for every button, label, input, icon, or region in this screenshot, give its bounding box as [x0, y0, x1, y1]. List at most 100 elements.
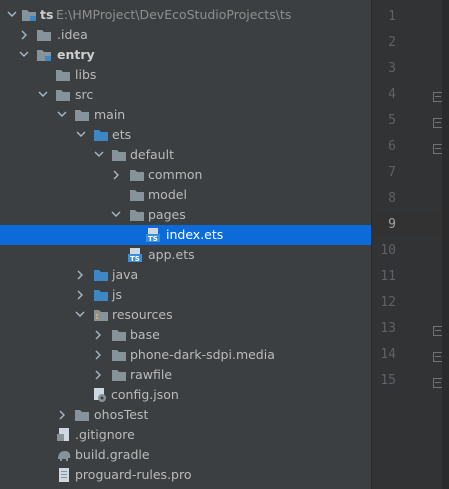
folder-icon [111, 148, 127, 162]
tree-row-resources[interactable]: resources [0, 305, 371, 325]
editor-gutter: 1 2 3 4 5 6 7 8 9 10 11 12 13 14 15 [371, 0, 449, 489]
tree-row-gitignore[interactable]: .gitignore [0, 425, 371, 445]
tree-label-resources: resources [112, 307, 173, 322]
tree-row-idea[interactable]: .idea [0, 25, 371, 45]
chevron-right-icon[interactable] [110, 165, 122, 185]
tree-label-config: config.json [111, 387, 179, 402]
tree-row-rawfile[interactable]: rawfile [0, 365, 371, 385]
tree-label-pages: pages [148, 207, 186, 222]
tree-label-ohostest: ohosTest [94, 407, 149, 422]
tree-row-js[interactable]: js [0, 285, 371, 305]
chevron-down-icon[interactable] [93, 145, 105, 165]
tree-row-main[interactable]: main [0, 105, 371, 125]
tree-row-java[interactable]: java [0, 265, 371, 285]
tree-row-pages[interactable]: pages [0, 205, 371, 225]
line-number: 7 [388, 165, 396, 180]
svg-text:TS: TS [148, 235, 158, 242]
resources-folder-icon [93, 308, 109, 322]
folder-icon [111, 328, 127, 342]
tree-row-base[interactable]: base [0, 325, 371, 345]
tree-row-config[interactable]: config.json [0, 385, 371, 405]
folder-icon [129, 208, 145, 222]
folder-icon [36, 28, 52, 42]
tree-row-libs[interactable]: libs [0, 65, 371, 85]
chevron-down-icon[interactable] [74, 305, 86, 325]
chevron-down-icon[interactable] [110, 205, 122, 225]
module-folder-icon [21, 8, 37, 22]
line-number: 4 [388, 87, 396, 102]
tree-label-model: model [148, 187, 187, 202]
tree-label-gitignore: .gitignore [75, 427, 135, 442]
tree-row-root[interactable]: ts E:\HMProject\DevEcoStudioProjects\ts [0, 5, 371, 25]
chevron-right-icon[interactable] [18, 25, 30, 45]
project-tree-panel: ts E:\HMProject\DevEcoStudioProjects\ts … [0, 0, 371, 489]
line-number: 8 [388, 191, 396, 206]
folder-icon [111, 348, 127, 362]
line-number: 10 [380, 243, 396, 258]
tree-label-java: java [112, 267, 139, 282]
tree-row-proguard[interactable]: proguard-rules.pro [0, 465, 371, 485]
chevron-right-icon[interactable] [92, 365, 104, 385]
tree-row-build-gradle[interactable]: build.gradle [0, 445, 371, 465]
chevron-right-icon[interactable] [92, 345, 104, 365]
tree-label-js: js [112, 287, 122, 302]
line-number: 6 [388, 139, 396, 154]
folder-icon [55, 68, 71, 82]
chevron-down-icon[interactable] [56, 105, 68, 125]
tree-row-model[interactable]: model [0, 185, 371, 205]
source-folder-icon [93, 288, 109, 302]
folder-icon [129, 188, 145, 202]
line-number: 14 [380, 347, 396, 362]
folder-icon [111, 368, 127, 382]
source-folder-icon [93, 268, 109, 282]
chevron-right-icon[interactable] [74, 285, 86, 305]
chevron-right-icon[interactable] [56, 405, 68, 425]
chevron-down-icon[interactable] [75, 125, 87, 145]
gradle-elephant-icon [56, 448, 72, 462]
tree-label-common: common [148, 167, 203, 182]
chevron-down-icon[interactable] [37, 85, 49, 105]
line-number: 1 [388, 9, 396, 24]
gitignore-file-icon [56, 428, 72, 442]
text-file-icon [56, 468, 72, 482]
folder-icon [74, 408, 90, 422]
tree-row-ohostest[interactable]: ohosTest [0, 405, 371, 425]
chevron-right-icon[interactable] [92, 325, 104, 345]
folder-icon [129, 168, 145, 182]
tree-label-src: src [75, 87, 94, 102]
tree-label-rawfile: rawfile [130, 367, 173, 382]
ts-file-icon: TS [128, 248, 144, 263]
tree-label-default: default [130, 147, 174, 162]
line-number: 11 [380, 269, 396, 284]
ts-file-icon: TS [146, 228, 162, 243]
tree-row-common[interactable]: common [0, 165, 371, 185]
chevron-down-icon[interactable] [18, 45, 30, 65]
module-folder-icon [36, 48, 52, 62]
tree-label-idea: .idea [57, 27, 88, 42]
source-folder-icon [93, 128, 109, 142]
tree-row-phone-media[interactable]: phone-dark-sdpi.media [0, 345, 371, 365]
chevron-right-icon[interactable] [74, 265, 86, 285]
tree-row-default[interactable]: default [0, 145, 371, 165]
tree-label-ets: ets [112, 127, 132, 142]
tree-row-entry[interactable]: entry [0, 45, 371, 65]
line-number: 2 [388, 35, 396, 50]
tree-label-entry: entry [57, 47, 95, 62]
tree-label-main: main [94, 107, 126, 122]
folder-icon [74, 108, 90, 122]
tree-label-base: base [130, 327, 160, 342]
tree-label-app: app.ets [148, 247, 195, 262]
line-number: 12 [380, 295, 396, 310]
folder-icon [55, 88, 71, 102]
line-number: 15 [380, 373, 396, 388]
line-number: 5 [388, 113, 396, 128]
tree-label-proguard: proguard-rules.pro [75, 467, 192, 482]
tree-row-src[interactable]: src [0, 85, 371, 105]
tree-label-build-gradle: build.gradle [75, 447, 150, 462]
chevron-down-icon[interactable] [6, 5, 18, 25]
tree-row-index[interactable]: TS index.ets [0, 225, 371, 245]
line-number-current: 9 [388, 217, 396, 232]
line-number: 13 [380, 321, 396, 336]
tree-row-app[interactable]: TS app.ets [0, 245, 371, 265]
tree-row-ets[interactable]: ets [0, 125, 371, 145]
